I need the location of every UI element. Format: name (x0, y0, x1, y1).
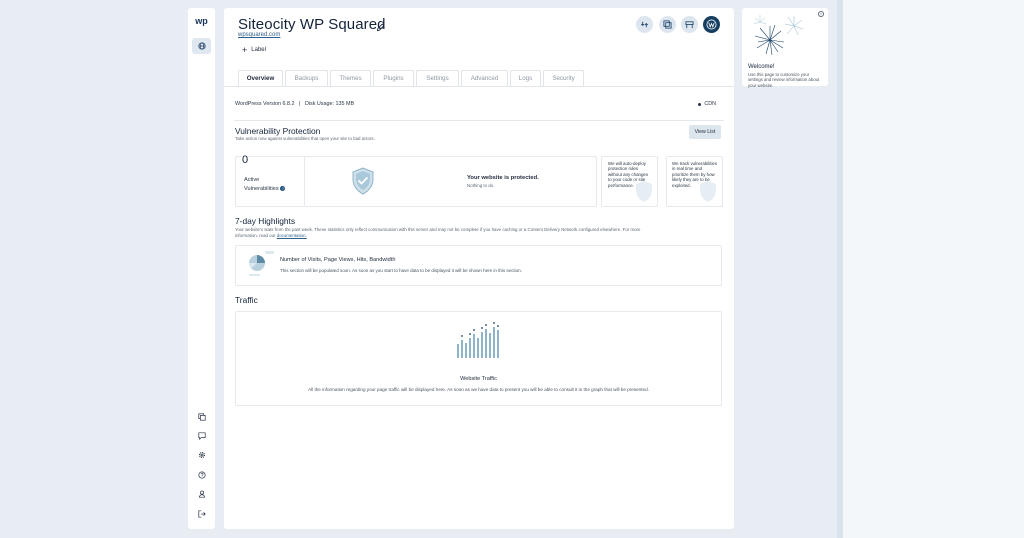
tab-bar: Overview Backups Themes Plugins Settings… (238, 70, 584, 86)
tab-overview[interactable]: Overview (238, 70, 283, 86)
globe-icon[interactable] (192, 38, 211, 54)
help-tooltip-icon[interactable]: ? (280, 185, 286, 191)
card-divider (304, 157, 305, 206)
tab-advanced[interactable]: Advanced (461, 70, 508, 86)
bar-chart-icon (454, 318, 504, 360)
traffic-title: Traffic (235, 295, 258, 305)
plus-icon: + (242, 45, 248, 55)
tab-settings[interactable]: Settings (416, 70, 459, 86)
help-icon[interactable] (196, 469, 207, 480)
add-label-button[interactable]: + Label (242, 45, 266, 55)
welcome-card: × Welcome! Use this page to customize yo… (742, 8, 828, 88)
highlights-box-text: This section will be populated soon. As … (280, 268, 522, 273)
cdn-status-dot (698, 102, 702, 106)
documentation-link[interactable]: documentation. (277, 233, 307, 238)
logout-icon[interactable] (196, 508, 207, 519)
site-domain-link[interactable]: wpsquared.com (238, 32, 280, 38)
left-rail: wp (188, 8, 215, 529)
main-panel: Siteocity WP Squared wpsquared.com + Lab… (224, 8, 734, 529)
tab-themes[interactable]: Themes (330, 70, 371, 86)
highlights-subtitle-line2: information, read our (235, 233, 276, 239)
protection-status: Your website is protected. (467, 175, 539, 181)
chat-icon[interactable] (196, 430, 207, 441)
label-button-text: Label (251, 47, 266, 53)
welcome-text: Use this page to customize your settings… (748, 72, 820, 88)
vulnerability-count: 0 (242, 154, 249, 166)
shield-check-icon (351, 167, 375, 195)
view-list-button[interactable]: View List (689, 125, 721, 139)
highlights-title: 7-day Highlights (235, 216, 296, 226)
tab-divider (224, 86, 734, 87)
staging-icon[interactable] (681, 16, 698, 33)
tab-logs[interactable]: Logs (510, 70, 541, 86)
vulnerability-count-label: Active Vulnerabilities ? (244, 176, 286, 193)
count-label-line1: Active (244, 177, 260, 183)
cdn-label: CDN (704, 101, 716, 107)
highlights-card (235, 245, 722, 286)
divider (234, 120, 724, 121)
highlights-subtitle-line1: Your website's stats from the past week.… (235, 227, 641, 232)
close-icon[interactable]: × (818, 11, 824, 17)
user-icon[interactable] (196, 488, 207, 499)
tab-backups[interactable]: Backups (285, 70, 328, 86)
refresh-icon[interactable] (636, 16, 653, 33)
status-bar: WordPress Version 6.8.2 | Disk Usage: 13… (235, 101, 354, 107)
pencil-icon[interactable] (376, 19, 385, 32)
shield-watermark-icon (634, 180, 654, 204)
traffic-box-text: All the information regarding your page … (308, 387, 649, 392)
wp-logo[interactable]: wp (188, 16, 215, 26)
wordpress-icon[interactable] (703, 16, 720, 33)
vulnerability-title: Vulnerability Protection (235, 126, 321, 136)
highlights-subtitle: Your website's stats from the past week.… (235, 227, 715, 240)
tab-plugins[interactable]: Plugins (373, 70, 414, 86)
wp-version: WordPress Version 6.8.2 (235, 101, 295, 107)
cdn-status[interactable]: CDN (698, 101, 716, 107)
tab-security[interactable]: Security (543, 70, 584, 86)
protection-status-sub: Nothing to do. (467, 183, 495, 188)
status-separator: | (299, 101, 301, 107)
clone-icon[interactable] (659, 16, 676, 33)
highlights-box-title: Number of Visits, Page Views, Hits, Band… (280, 257, 396, 263)
shield-watermark-icon (698, 180, 718, 204)
copy-icon[interactable] (196, 411, 207, 422)
disk-usage: Disk Usage: 135 MB (304, 101, 355, 107)
traffic-box-title: Website Traffic (460, 376, 497, 382)
gear-icon[interactable] (196, 449, 207, 460)
fireworks-icon (748, 12, 806, 60)
welcome-title: Welcome! (748, 64, 775, 70)
pie-chart-icon (246, 250, 276, 280)
vulnerability-summary-card (235, 156, 597, 207)
vulnerability-subtitle: Take action now against vulnerabilities … (235, 136, 375, 141)
page-title: Siteocity WP Squared (238, 16, 386, 33)
count-label-line2: Vulnerabilities (244, 185, 279, 192)
right-empty-area (843, 0, 1024, 538)
